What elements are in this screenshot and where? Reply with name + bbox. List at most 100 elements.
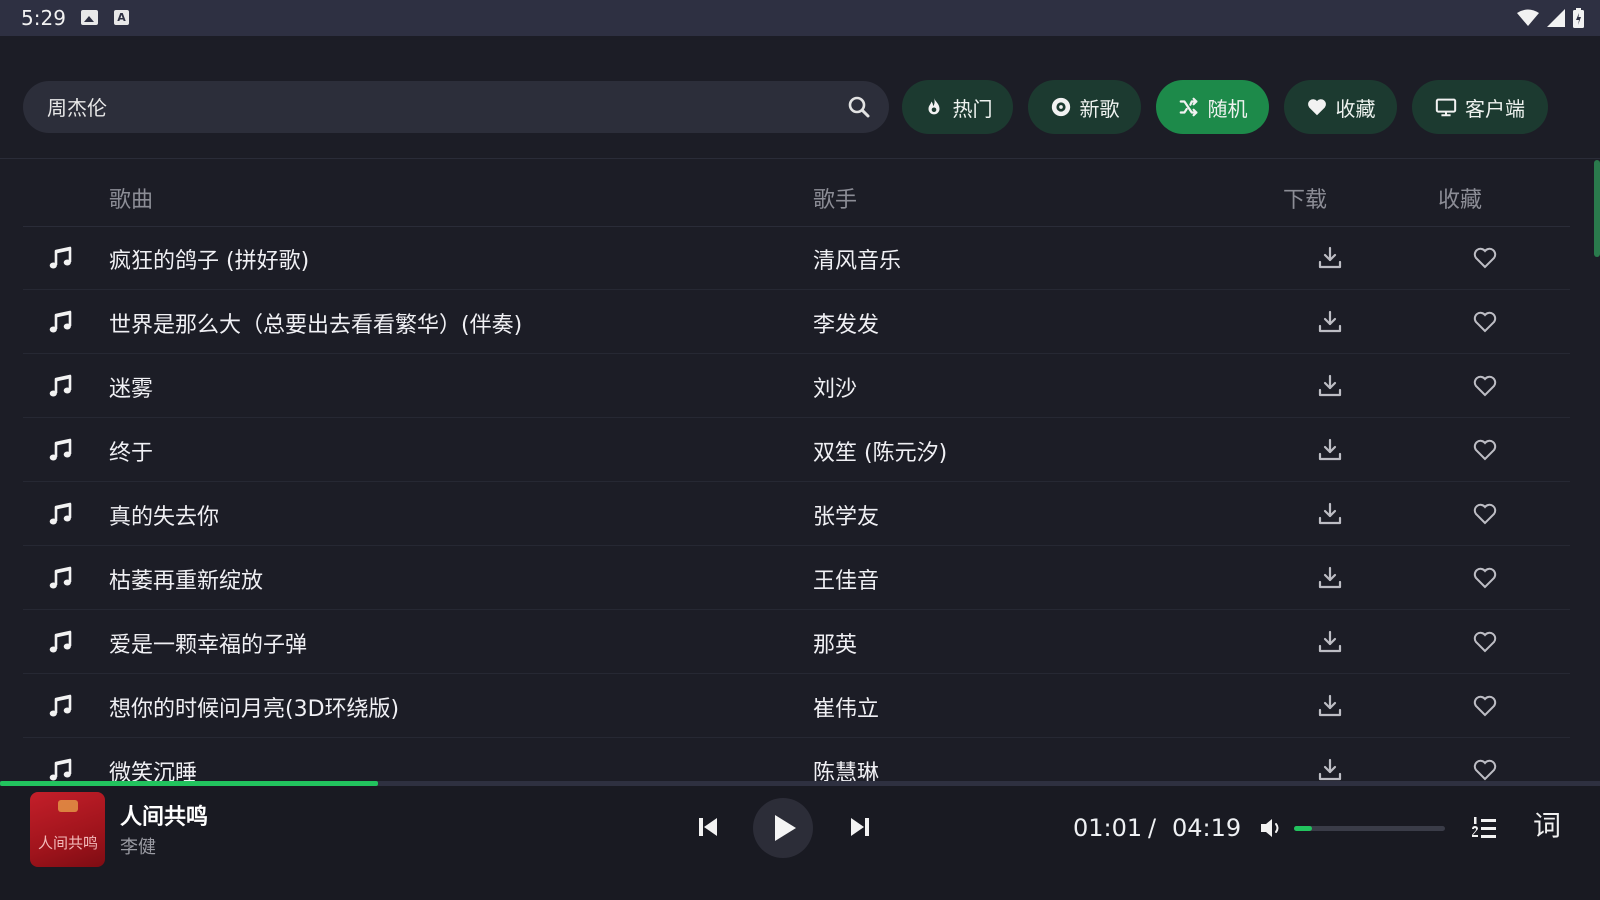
play-button[interactable] [753,798,813,858]
song-artist: 王佳音 [813,569,880,594]
favorite-heart-icon[interactable] [1472,309,1498,335]
album-cover[interactable]: 人间共鸣 [30,792,105,867]
song-artist: 双笙 (陈元汐) [813,441,948,466]
lyrics-button[interactable]: 词 [1533,804,1561,844]
song-list: 疯狂的鸽子 (拼好歌) 清风音乐 世界是那么大（总要出去看看繁华）(伴奏) 李发… [23,226,1570,786]
status-time: 5:29 [21,6,66,30]
favorite-heart-icon[interactable] [1472,565,1498,591]
song-row[interactable]: 迷雾 刘沙 [23,354,1570,418]
status-bar: 5:29 A [0,0,1600,36]
header-divider [0,158,1600,159]
music-note-icon [49,630,72,653]
wifi-icon [1517,9,1539,26]
play-icon [775,815,796,841]
now-playing-artist: 李健 [120,837,156,858]
chip-favorites[interactable]: 收藏 [1284,80,1397,134]
song-row[interactable]: 终于 双笙 (陈元汐) [23,418,1570,482]
volume-icon[interactable] [1259,816,1285,840]
header-download: 下载 [1283,188,1328,213]
chip-hot-label: 热门 [952,96,993,121]
heart-icon [1307,99,1326,116]
status-indicators [1517,7,1584,29]
total-time: 04:19 [1172,814,1242,842]
shuffle-icon [1179,97,1197,117]
favorite-heart-icon[interactable] [1472,757,1498,783]
next-icon[interactable] [847,814,873,840]
list-scrollbar[interactable] [1594,160,1600,257]
chip-new[interactable]: 新歌 [1028,80,1141,134]
chip-hot[interactable]: 热门 [902,80,1013,134]
song-title: 世界是那么大（总要出去看看繁华）(伴奏) [109,313,523,338]
song-artist: 那英 [813,633,858,658]
download-icon[interactable] [1317,309,1343,335]
monitor-icon [1435,98,1457,117]
download-icon[interactable] [1317,437,1343,463]
battery-icon [1573,8,1584,28]
playlist-icon[interactable] [1470,814,1498,842]
previous-icon[interactable] [695,814,721,840]
song-artist: 崔伟立 [813,697,880,722]
favorite-heart-icon[interactable] [1472,437,1498,463]
signal-icon [1547,9,1565,27]
time-separator: / [1148,814,1157,842]
download-icon[interactable] [1317,565,1343,591]
chip-favorites-label: 收藏 [1335,96,1376,121]
song-title: 迷雾 [109,377,154,402]
category-chips: 热门 新歌 随机 收藏 客户端 [0,80,1600,134]
current-time: 01:01 [1073,814,1143,842]
music-note-icon [49,246,72,269]
song-row[interactable]: 真的失去你 张学友 [23,482,1570,546]
song-title: 疯狂的鸽子 (拼好歌) [109,249,310,274]
album-cover-text: 人间共鸣 [38,834,99,852]
music-note-icon [49,374,72,397]
favorite-heart-icon[interactable] [1472,245,1498,271]
download-icon[interactable] [1317,693,1343,719]
chip-new-label: 新歌 [1079,96,1120,121]
song-row[interactable]: 爱是一颗幸福的子弹 那英 [23,610,1570,674]
song-row[interactable]: 世界是那么大（总要出去看看繁华）(伴奏) 李发发 [23,290,1570,354]
song-title: 真的失去你 [109,505,220,530]
favorite-heart-icon[interactable] [1472,373,1498,399]
music-note-icon [49,310,72,333]
chip-random-label: 随机 [1207,96,1248,121]
song-row[interactable]: 疯狂的鸽子 (拼好歌) 清风音乐 [23,226,1570,290]
song-artist: 张学友 [813,505,880,530]
song-artist: 刘沙 [813,377,858,402]
song-row[interactable]: 想你的时候问月亮(3D环绕版) 崔伟立 [23,674,1570,738]
player-bar: 人间共鸣 人间共鸣 李健 01:01 / 04:19 词 [0,786,1600,900]
now-playing-title: 人间共鸣 [120,805,209,830]
chip-client-label: 客户端 [1465,96,1525,121]
volume-level [1294,826,1313,831]
disc-icon [1051,97,1070,117]
song-table-header: 歌曲 歌手 下载 收藏 [23,170,1570,227]
download-icon[interactable] [1317,629,1343,655]
song-row[interactable]: 微笑沉睡 陈慧琳 [23,738,1570,786]
text-notification-icon: A [114,10,129,25]
favorite-heart-icon[interactable] [1472,501,1498,527]
song-title: 爱是一颗幸福的子弹 [109,633,308,658]
music-note-icon [49,438,72,461]
song-title: 想你的时候问月亮(3D环绕版) [109,697,400,722]
music-note-icon [49,694,72,717]
album-cover-emblem [58,800,78,812]
download-icon[interactable] [1317,501,1343,527]
song-artist: 清风音乐 [813,249,902,274]
song-title: 枯萎再重新绽放 [109,569,264,594]
song-row[interactable]: 枯萎再重新绽放 王佳音 [23,546,1570,610]
header-favorite: 收藏 [1438,188,1483,213]
download-icon[interactable] [1317,245,1343,271]
song-title: 终于 [109,441,154,466]
volume-slider[interactable] [1294,826,1445,831]
header-song: 歌曲 [109,188,154,213]
favorite-heart-icon[interactable] [1472,693,1498,719]
favorite-heart-icon[interactable] [1472,629,1498,655]
song-artist: 李发发 [813,313,880,338]
image-notification-icon [81,10,98,25]
chip-client[interactable]: 客户端 [1412,80,1548,134]
music-note-icon [49,502,72,525]
download-icon[interactable] [1317,373,1343,399]
fire-icon [928,97,939,115]
music-note-icon [49,758,72,781]
download-icon[interactable] [1317,757,1343,783]
chip-random[interactable]: 随机 [1156,80,1269,134]
